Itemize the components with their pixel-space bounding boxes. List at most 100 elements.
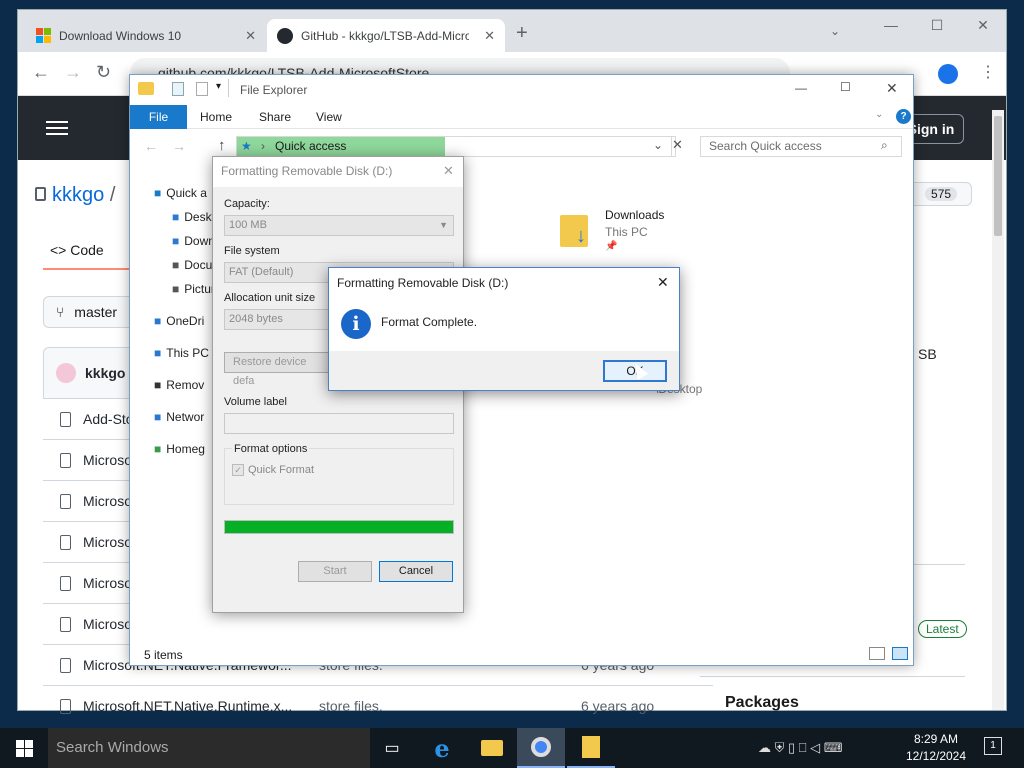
star-icon: ★ [241,139,252,153]
repo-owner[interactable]: kkkgo [52,184,104,206]
file-name[interactable]: Microsoft.NET.Native.Runtime.x... [83,698,319,714]
chevron-right-icon: › [261,139,265,153]
internet-explorer-icon[interactable]: e [418,728,466,768]
ribbon-expand-icon[interactable]: ⌄ [875,109,883,120]
clock[interactable]: 8:29 AM 12/12/2024 [900,731,972,765]
nav-item[interactable]: ■ Homeg [154,437,205,461]
tab-download-windows[interactable]: Download Windows 10 ✕ [26,19,266,52]
ribbon: File Home Share View ⌄ ? [130,105,913,129]
details-view-icon[interactable] [869,647,885,660]
qat-dropdown-icon[interactable]: ▾ [216,81,221,92]
ribbon-home-tab[interactable]: Home [200,110,232,124]
quick-format-checkbox[interactable]: ✓ [232,464,244,476]
format-progress-bar [224,520,454,534]
format-options-label: Format options [232,443,310,455]
nav-item[interactable]: ■ Pictur [172,277,215,301]
file-icon [60,493,71,509]
downloads-tile[interactable]: Downloads This PC 📌 [605,208,664,252]
windows-logo-icon [36,28,51,43]
nav-item[interactable]: ■ Remov [154,373,204,397]
clock-date: 12/12/2024 [905,749,967,763]
new-folder-icon[interactable] [196,82,208,96]
nav-item-label: Networ [166,410,205,424]
taskbar-search-input[interactable]: Search Windows [48,728,370,768]
tab-github[interactable]: GitHub - kkkgo/LTSB-Add-MicrosoftStore ✕ [267,19,505,52]
clear-icon[interactable]: ✕ [672,137,683,153]
maximize-button[interactable]: ☐ [914,10,960,42]
usb-drive-taskbar-icon[interactable] [567,728,615,768]
ribbon-share-tab[interactable]: Share [259,110,291,124]
address-bar[interactable]: ★ › Quick access ⌄ [236,136,676,157]
reload-icon[interactable]: ↻ [96,62,111,83]
message-text: Format Complete. [381,315,478,329]
file-explorer-taskbar-icon[interactable] [468,728,516,768]
file-icon [60,657,71,673]
ribbon-file-tab[interactable]: File [130,105,187,129]
ribbon-view-tab[interactable]: View [316,110,342,124]
allocation-select[interactable]: 2048 bytes [224,309,330,330]
close-tab-icon[interactable]: ✕ [484,28,495,44]
chevron-down-icon[interactable]: ⌄ [653,138,663,152]
scrollbar-thumb[interactable] [994,116,1002,236]
commit-author[interactable]: kkkgo [85,365,125,381]
search-input[interactable]: Search Quick access [700,136,902,157]
repo-breadcrumb[interactable]: kkkgo / [35,184,115,207]
back-icon[interactable]: ← [32,62,50,83]
nav-item[interactable]: ■ Quick a [154,181,207,205]
commit-message[interactable]: store files. [319,698,581,714]
capacity-select[interactable]: 100 MB ▼ [224,215,454,236]
start-button[interactable]: Start [298,561,372,582]
hamburger-icon[interactable] [46,121,68,135]
file-row[interactable]: Microsoft.NET.Native.Runtime.x... store f… [43,685,713,726]
allocation-label: Allocation unit size [224,292,316,304]
pin-icon: 📌 [605,241,618,252]
volume-label-input[interactable] [224,413,454,434]
active-tab-underline [43,268,131,270]
tab-search-icon[interactable]: ⌄ [830,24,840,38]
nav-item[interactable]: ■ Deskt [172,205,215,229]
close-icon[interactable]: ✕ [443,163,454,179]
close-tab-icon[interactable]: ✕ [245,28,256,44]
page-scrollbar[interactable] [992,110,1004,710]
nav-item[interactable]: ■ Docu [172,253,212,277]
restore-defaults-button[interactable]: Restore device defa [224,352,330,387]
windows-logo-icon [15,739,33,757]
tab-code[interactable]: <> Code [50,242,104,258]
close-icon[interactable]: ✕ [657,274,669,291]
tray-icons[interactable]: ☁ ⛨ ▯ ⎕ ◁ ⌨ [758,740,843,756]
close-window-button[interactable]: ✕ [960,10,1006,42]
downloads-folder-icon[interactable]: ↓ [560,211,596,249]
minimize-button[interactable]: — [868,10,914,42]
back-icon[interactable]: ← [144,138,158,154]
minimize-button[interactable]: — [795,81,807,95]
close-window-button[interactable]: ✕ [886,80,898,97]
up-icon[interactable]: ↑ [218,137,226,154]
new-tab-button[interactable]: + [516,22,528,45]
maximize-button[interactable]: ☐ [840,80,851,94]
search-icon: ⌕ [881,138,888,152]
nav-item[interactable]: ■ This PC [154,341,209,365]
nav-item[interactable]: ■ Networ [154,405,204,429]
nav-item[interactable]: ■ OneDri [154,309,204,333]
chrome-taskbar-icon[interactable] [517,728,565,768]
nav-item[interactable]: ■ Down [172,229,215,253]
profile-avatar[interactable] [938,64,958,84]
nav-item-label: OneDri [166,314,205,328]
tile-name: Downloads [605,208,665,222]
cancel-button[interactable]: Cancel [379,561,453,582]
forward-icon[interactable]: → [172,138,186,154]
help-icon[interactable]: ? [896,109,911,124]
file-icon [60,411,71,427]
task-view-icon[interactable]: ▭ [368,728,416,768]
start-button[interactable] [0,728,48,768]
file-system-label: File system [224,245,280,257]
explorer-title: File Explorer [240,83,308,97]
forward-icon[interactable]: → [64,62,82,83]
tiles-view-icon[interactable] [892,647,908,660]
menu-kebab-icon[interactable]: ⋮ [980,62,996,82]
notification-center-icon[interactable]: 1 [984,737,1002,755]
format-complete-dialog: Formatting Removable Disk (D:) ✕ i Forma… [328,267,680,391]
properties-icon[interactable] [172,82,184,96]
file-icon [60,698,71,714]
branch-selector[interactable]: ⑂ master [43,296,143,328]
